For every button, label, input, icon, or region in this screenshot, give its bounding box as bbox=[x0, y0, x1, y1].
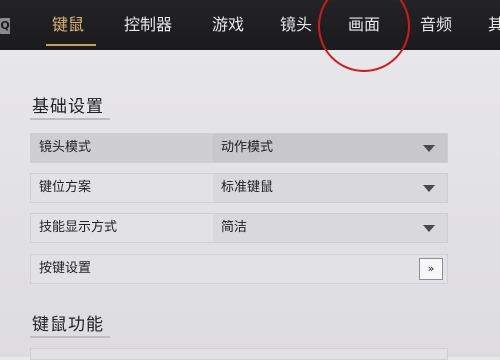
tab-camera[interactable]: 镜头 bbox=[280, 14, 312, 36]
open-key-settings-button[interactable]: » bbox=[419, 258, 443, 280]
tab-audio[interactable]: 音频 bbox=[420, 14, 452, 36]
setting-row-camera-mode: 镜头模式 动作模式 bbox=[30, 133, 448, 163]
tab-other[interactable]: 其 bbox=[488, 14, 500, 36]
tab-controller[interactable]: 控制器 bbox=[124, 14, 172, 36]
tab-game[interactable]: 游戏 bbox=[212, 14, 244, 36]
dropdown-value: 标准键鼠 bbox=[221, 180, 274, 195]
section-title-basic: 基础设置 bbox=[32, 97, 104, 117]
setting-row-skill-display: 技能显示方式 简洁 bbox=[30, 213, 448, 243]
setting-label: 键位方案 bbox=[39, 180, 92, 195]
setting-row-key-scheme: 键位方案 标准键鼠 bbox=[30, 173, 448, 203]
dropdown-value: 简洁 bbox=[221, 220, 248, 235]
setting-row-key-settings[interactable]: 按键设置 » bbox=[30, 254, 448, 284]
top-nav-bar: Q 键鼠 控制器 游戏 镜头 画面 音频 其 bbox=[0, 0, 500, 50]
section-title-mouse: 键鼠功能 bbox=[32, 315, 104, 335]
setting-label: 镜头模式 bbox=[39, 140, 92, 155]
setting-label: 技能显示方式 bbox=[39, 220, 118, 235]
setting-row-partial bbox=[30, 348, 448, 360]
section-underline bbox=[30, 336, 110, 338]
chevron-down-icon[interactable] bbox=[423, 145, 435, 152]
active-tab-indicator bbox=[46, 44, 96, 46]
setting-label: 按键设置 bbox=[39, 261, 92, 276]
chevron-down-icon[interactable] bbox=[423, 225, 435, 232]
tab-keyboard-mouse[interactable]: 键鼠 bbox=[52, 14, 84, 36]
section-underline bbox=[30, 118, 110, 120]
key-scheme-dropdown[interactable]: 标准键鼠 bbox=[213, 174, 447, 202]
search-icon[interactable]: Q bbox=[0, 18, 10, 34]
camera-mode-dropdown[interactable]: 动作模式 bbox=[213, 134, 447, 162]
dropdown-value: 动作模式 bbox=[221, 140, 274, 155]
skill-display-dropdown[interactable]: 简洁 bbox=[213, 214, 447, 242]
chevron-down-icon[interactable] bbox=[423, 185, 435, 192]
annotation-circle bbox=[318, 0, 410, 72]
